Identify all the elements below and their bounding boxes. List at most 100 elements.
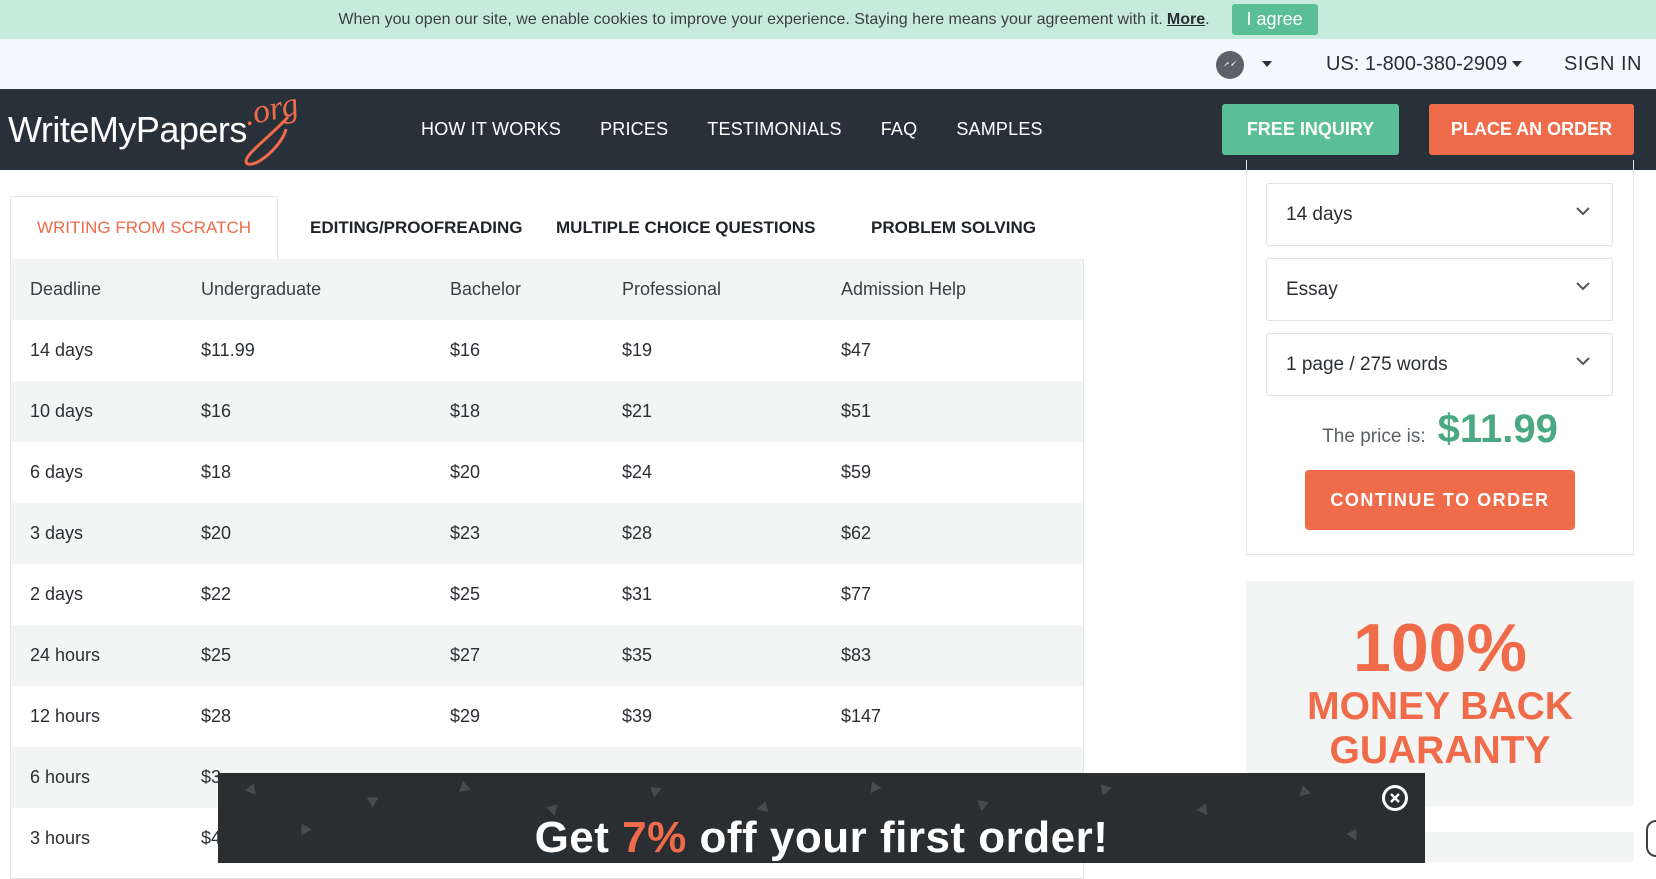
promo-text: off your first order! (686, 813, 1109, 862)
table-cell: $18 (201, 462, 232, 482)
pattern-triangle-icon (756, 799, 772, 813)
guarantee-line1: MONEY BACK (1307, 685, 1573, 728)
tab-editing-proofreading[interactable]: EDITING/PROOFREADING (310, 196, 523, 259)
logo-swoosh-icon (244, 115, 290, 166)
utility-bar: US: 1-800-380-2909 SIGN IN (0, 39, 1656, 89)
table-row: 2 days $22 $25 $31 $77 (11, 564, 1083, 625)
table-cell: 3 days (30, 523, 84, 543)
nav-item-prices[interactable]: PRICES (600, 119, 668, 140)
chevron-down-icon (1576, 357, 1590, 366)
pattern-triangle-icon (457, 780, 471, 792)
pattern-triangle-icon (646, 782, 662, 798)
chat-widget-edge[interactable] (1646, 820, 1656, 857)
nav-item-faq[interactable]: FAQ (881, 119, 918, 140)
guarantee-line2: GUARANTY (1329, 729, 1551, 772)
discount-popup: Get 7% off your first order! (218, 773, 1425, 863)
table-cell: $29 (450, 706, 481, 726)
logo[interactable]: WriteMyPapers .org (8, 86, 308, 170)
continue-to-order-button[interactable]: CONTINUE TO ORDER (1305, 470, 1575, 530)
table-cell: $59 (841, 462, 872, 482)
close-icon[interactable] (1382, 785, 1408, 811)
nav-item-how-it-works[interactable]: HOW IT WORKS (421, 119, 561, 140)
column-header: Undergraduate (201, 279, 322, 299)
sign-in-link[interactable]: SIGN IN (1564, 53, 1642, 76)
column-header: Admission Help (841, 279, 967, 299)
table-cell: $21 (622, 401, 653, 421)
cookie-more-link[interactable]: More (1167, 11, 1205, 29)
phone-selector[interactable]: US: 1-800-380-2909 (1326, 53, 1507, 76)
table-cell: $51 (841, 401, 872, 421)
guarantee-percent: 100% (1353, 610, 1527, 686)
table-cell: $18 (450, 401, 481, 421)
pattern-triangle-icon (977, 796, 991, 812)
table-row: 14 days $11.99 $16 $19 $47 (11, 320, 1083, 381)
table-row: 24 hours $25 $27 $35 $83 (11, 625, 1083, 686)
table-cell: $28 (201, 706, 232, 726)
promo-percent: 7% (622, 813, 687, 862)
table-row: 10 days $16 $18 $21 $51 (11, 381, 1083, 442)
price-calculator: 14 days Essay 1 page / 275 words The pri… (1246, 160, 1634, 555)
chevron-down-icon[interactable] (1262, 61, 1272, 67)
deadline-select[interactable]: 14 days (1266, 183, 1613, 246)
tab-problem-solving[interactable]: PROBLEM SOLVING (871, 196, 1036, 259)
table-cell: $31 (622, 584, 653, 604)
table-cell: 3 hours (30, 828, 91, 848)
table-cell: $24 (622, 462, 653, 482)
main-nav: WriteMyPapers .org HOW IT WORKS PRICES T… (0, 86, 1656, 170)
logo-wordmark: WriteMyPapers (8, 109, 247, 150)
promo-text: Get (534, 813, 623, 862)
table-cell: $16 (450, 340, 481, 360)
chevron-down-icon (1576, 282, 1590, 291)
tab-multiple-choice[interactable]: MULTIPLE CHOICE QUESTIONS (556, 196, 815, 259)
price-display: The price is: $11.99 (1247, 407, 1633, 452)
table-cell: $147 (841, 706, 882, 726)
table-cell: $62 (841, 523, 872, 543)
column-header: Bachelor (450, 279, 522, 299)
nav-item-samples[interactable]: SAMPLES (956, 119, 1042, 140)
cookie-agree-button[interactable]: I agree (1231, 4, 1318, 35)
table-cell: $83 (841, 645, 872, 665)
place-order-button[interactable]: PLACE AN ORDER (1429, 104, 1634, 155)
table-cell: $47 (841, 340, 872, 360)
table-cell: $22 (201, 584, 232, 604)
table-cell: $16 (201, 401, 232, 421)
free-inquiry-button[interactable]: FREE INQUIRY (1222, 104, 1399, 155)
table-cell: $27 (450, 645, 481, 665)
table-cell: $25 (450, 584, 481, 604)
table-cell: 10 days (30, 401, 94, 421)
pages-value: 1 page / 275 words (1286, 353, 1448, 375)
table-row: 12 hours $28 $29 $39 $147 (11, 686, 1083, 747)
messenger-icon[interactable] (1216, 51, 1244, 79)
price-value: $11.99 (1437, 407, 1558, 451)
table-cell: 6 days (30, 462, 84, 482)
cookie-text: When you open our site, we enable cookie… (338, 10, 1163, 28)
chevron-down-icon (1576, 207, 1590, 216)
nav-menu: HOW IT WORKS PRICES TESTIMONIALS FAQ SAM… (421, 89, 1082, 170)
table-row: 3 days $20 $23 $28 $62 (11, 503, 1083, 564)
chevron-down-icon[interactable] (1512, 61, 1522, 67)
table-cell: $19 (622, 340, 653, 360)
table-cell: 12 hours (30, 706, 101, 726)
pattern-triangle-icon (1096, 780, 1112, 796)
price-tabs: WRITING FROM SCRATCH EDITING/PROOFREADIN… (9, 196, 1084, 259)
table-cell: 6 hours (30, 767, 91, 787)
table-cell: $39 (622, 706, 653, 726)
table-cell: 14 days (30, 340, 94, 360)
pattern-triangle-icon (366, 792, 382, 808)
nav-item-testimonials[interactable]: TESTIMONIALS (707, 119, 841, 140)
guarantee-text: MONEY BACK GUARANTY (1246, 685, 1634, 773)
paper-type-value: Essay (1286, 278, 1338, 300)
paper-type-select[interactable]: Essay (1266, 258, 1613, 321)
table-cell: 24 hours (30, 645, 101, 665)
table-cell: $35 (622, 645, 653, 665)
tab-writing-from-scratch[interactable]: WRITING FROM SCRATCH (10, 196, 278, 259)
pattern-triangle-icon (1296, 783, 1312, 797)
column-header: Deadline (30, 279, 102, 299)
column-header: Professional (622, 279, 722, 299)
table-row: 6 days $18 $20 $24 $59 (11, 442, 1083, 503)
pattern-triangle-icon (244, 781, 260, 795)
price-label: The price is: (1322, 426, 1426, 447)
pages-select[interactable]: 1 page / 275 words (1266, 333, 1613, 396)
table-cell: $11.99 (201, 340, 255, 360)
deadline-value: 14 days (1286, 203, 1353, 225)
